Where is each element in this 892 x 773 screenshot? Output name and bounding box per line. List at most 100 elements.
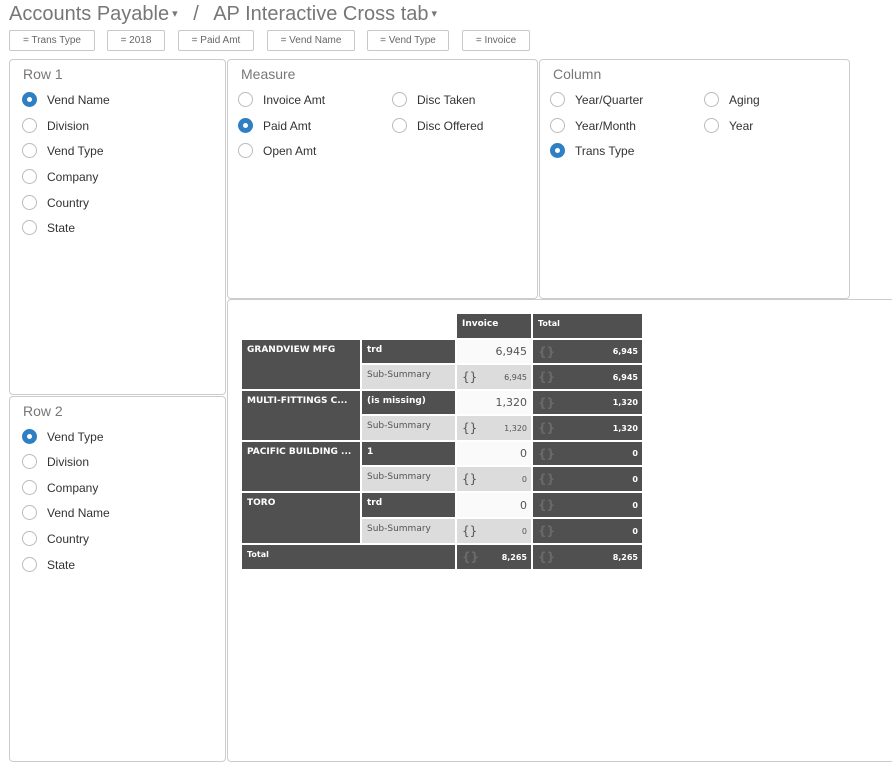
radio-icon[interactable] <box>22 143 37 158</box>
sub-summary-invoice[interactable]: {} 0 <box>457 467 531 491</box>
sub-summary-label: Sub-Summary <box>362 519 455 543</box>
row-group-label[interactable]: TORO <box>242 493 360 543</box>
braces-icon: {} <box>462 370 478 384</box>
cell-invoice[interactable]: 0 <box>457 493 531 517</box>
measure-option-disc-taken[interactable]: Disc Taken <box>392 92 475 107</box>
radio-icon[interactable] <box>392 92 407 107</box>
cell-total[interactable]: {} 0 <box>533 493 642 517</box>
row1-option-vend-type[interactable]: Vend Type <box>22 143 104 158</box>
radio-selected-icon[interactable] <box>22 92 37 107</box>
filter-chip-trans-type[interactable]: = Trans Type <box>9 30 95 51</box>
row-group-label[interactable]: GRANDVIEW MFG <box>242 340 360 389</box>
braces-icon: {} <box>538 550 556 564</box>
sub-summary-invoice[interactable]: {} 0 <box>457 519 531 543</box>
row-sub-label[interactable]: 1 <box>362 442 455 465</box>
measure-option-disc-offered[interactable]: Disc Offered <box>392 118 483 133</box>
col-header-total[interactable]: Total <box>533 314 642 338</box>
row-sub-label[interactable]: trd <box>362 493 455 517</box>
radio-icon[interactable] <box>704 118 719 133</box>
radio-icon[interactable] <box>392 118 407 133</box>
row2-option-division[interactable]: Division <box>22 454 89 469</box>
row1-option-division[interactable]: Division <box>22 118 89 133</box>
row1-option-company[interactable]: Company <box>22 169 98 184</box>
row2-title: Row 2 <box>23 403 63 419</box>
filter-chip-vend-type[interactable]: = Vend Type <box>367 30 449 51</box>
measure-option-invoice-amt[interactable]: Invoice Amt <box>238 92 325 107</box>
radio-icon[interactable] <box>22 220 37 235</box>
radio-selected-icon[interactable] <box>550 143 565 158</box>
grand-total-invoice[interactable]: {} 8,265 <box>457 545 531 569</box>
column-option-trans-type[interactable]: Trans Type <box>550 143 634 158</box>
filter-chip-invoice[interactable]: = Invoice <box>462 30 530 51</box>
row2-option-state[interactable]: State <box>22 557 75 572</box>
row2-panel: Row 2 Vend Type Division Company Vend Na… <box>9 396 226 762</box>
cell-total[interactable]: {} 6,945 <box>533 340 642 363</box>
braces-icon: {} <box>462 421 478 435</box>
row1-option-vend-name[interactable]: Vend Name <box>22 92 110 107</box>
cell-invoice[interactable]: 1,320 <box>457 391 531 414</box>
sub-summary-total[interactable]: {} 0 <box>533 519 642 543</box>
breadcrumb-separator: / <box>193 3 199 25</box>
braces-icon: {} <box>462 550 480 564</box>
chevron-down-icon[interactable]: ▾ <box>432 8 438 20</box>
filter-chip-vend-name[interactable]: = Vend Name <box>267 30 355 51</box>
sub-summary-label: Sub-Summary <box>362 365 455 389</box>
row1-panel: Row 1 Vend Name Division Vend Type Compa… <box>9 59 226 395</box>
row-group-label[interactable]: PACIFIC BUILDING ... <box>242 442 360 491</box>
radio-icon[interactable] <box>22 118 37 133</box>
column-option-year[interactable]: Year <box>704 118 753 133</box>
row1-title: Row 1 <box>23 66 63 82</box>
grand-total-label: Total <box>242 545 455 569</box>
row2-option-vend-type[interactable]: Vend Type <box>22 429 104 444</box>
sub-summary-label: Sub-Summary <box>362 467 455 491</box>
breadcrumb-root[interactable]: Accounts Payable ▾ <box>9 3 178 25</box>
row2-option-vend-name[interactable]: Vend Name <box>22 505 110 520</box>
row2-option-country[interactable]: Country <box>22 531 89 546</box>
radio-selected-icon[interactable] <box>22 429 37 444</box>
column-option-aging[interactable]: Aging <box>704 92 760 107</box>
row-sub-label[interactable]: (is missing) <box>362 391 455 414</box>
sub-summary-total[interactable]: {} 6,945 <box>533 365 642 389</box>
cell-invoice[interactable]: 6,945 <box>457 340 531 363</box>
sub-summary-invoice[interactable]: {} 6,945 <box>457 365 531 389</box>
radio-icon[interactable] <box>22 169 37 184</box>
radio-selected-icon[interactable] <box>238 118 253 133</box>
row-group-label[interactable]: MULTI-FITTINGS C... <box>242 391 360 440</box>
radio-icon[interactable] <box>22 505 37 520</box>
col-header-invoice[interactable]: Invoice <box>457 314 531 338</box>
radio-icon[interactable] <box>22 195 37 210</box>
radio-icon[interactable] <box>238 92 253 107</box>
measure-option-open-amt[interactable]: Open Amt <box>238 143 316 158</box>
radio-icon[interactable] <box>550 92 565 107</box>
column-panel: Column Year/Quarter Year/Month Trans Typ… <box>539 59 850 299</box>
sub-summary-total[interactable]: {} 1,320 <box>533 416 642 440</box>
sub-summary-total[interactable]: {} 0 <box>533 467 642 491</box>
chevron-down-icon[interactable]: ▾ <box>172 8 178 20</box>
row1-option-state[interactable]: State <box>22 220 75 235</box>
filter-chip-year[interactable]: = 2018 <box>107 30 165 51</box>
radio-icon[interactable] <box>22 531 37 546</box>
column-option-year-month[interactable]: Year/Month <box>550 118 636 133</box>
cell-total[interactable]: {} 0 <box>533 442 642 465</box>
braces-icon: {} <box>538 472 556 486</box>
row2-option-company[interactable]: Company <box>22 480 98 495</box>
cell-invoice[interactable]: 0 <box>457 442 531 465</box>
radio-icon[interactable] <box>22 557 37 572</box>
column-option-year-quarter[interactable]: Year/Quarter <box>550 92 643 107</box>
sub-summary-invoice[interactable]: {} 1,320 <box>457 416 531 440</box>
radio-icon[interactable] <box>704 92 719 107</box>
filter-chip-paid-amt[interactable]: = Paid Amt <box>178 30 254 51</box>
braces-icon: {} <box>538 446 556 461</box>
row1-option-country[interactable]: Country <box>22 195 89 210</box>
cell-total[interactable]: {} 1,320 <box>533 391 642 414</box>
row-sub-label[interactable]: trd <box>362 340 455 363</box>
braces-icon: {} <box>538 524 556 538</box>
grand-total[interactable]: {} 8,265 <box>533 545 642 569</box>
breadcrumb-current[interactable]: AP Interactive Cross tab ▾ <box>213 3 437 25</box>
radio-icon[interactable] <box>22 480 37 495</box>
radio-icon[interactable] <box>22 454 37 469</box>
crosstab-panel: Invoice Total GRANDVIEW MFG trd 6,945 {}… <box>227 299 892 762</box>
radio-icon[interactable] <box>550 118 565 133</box>
measure-option-paid-amt[interactable]: Paid Amt <box>238 118 311 133</box>
radio-icon[interactable] <box>238 143 253 158</box>
